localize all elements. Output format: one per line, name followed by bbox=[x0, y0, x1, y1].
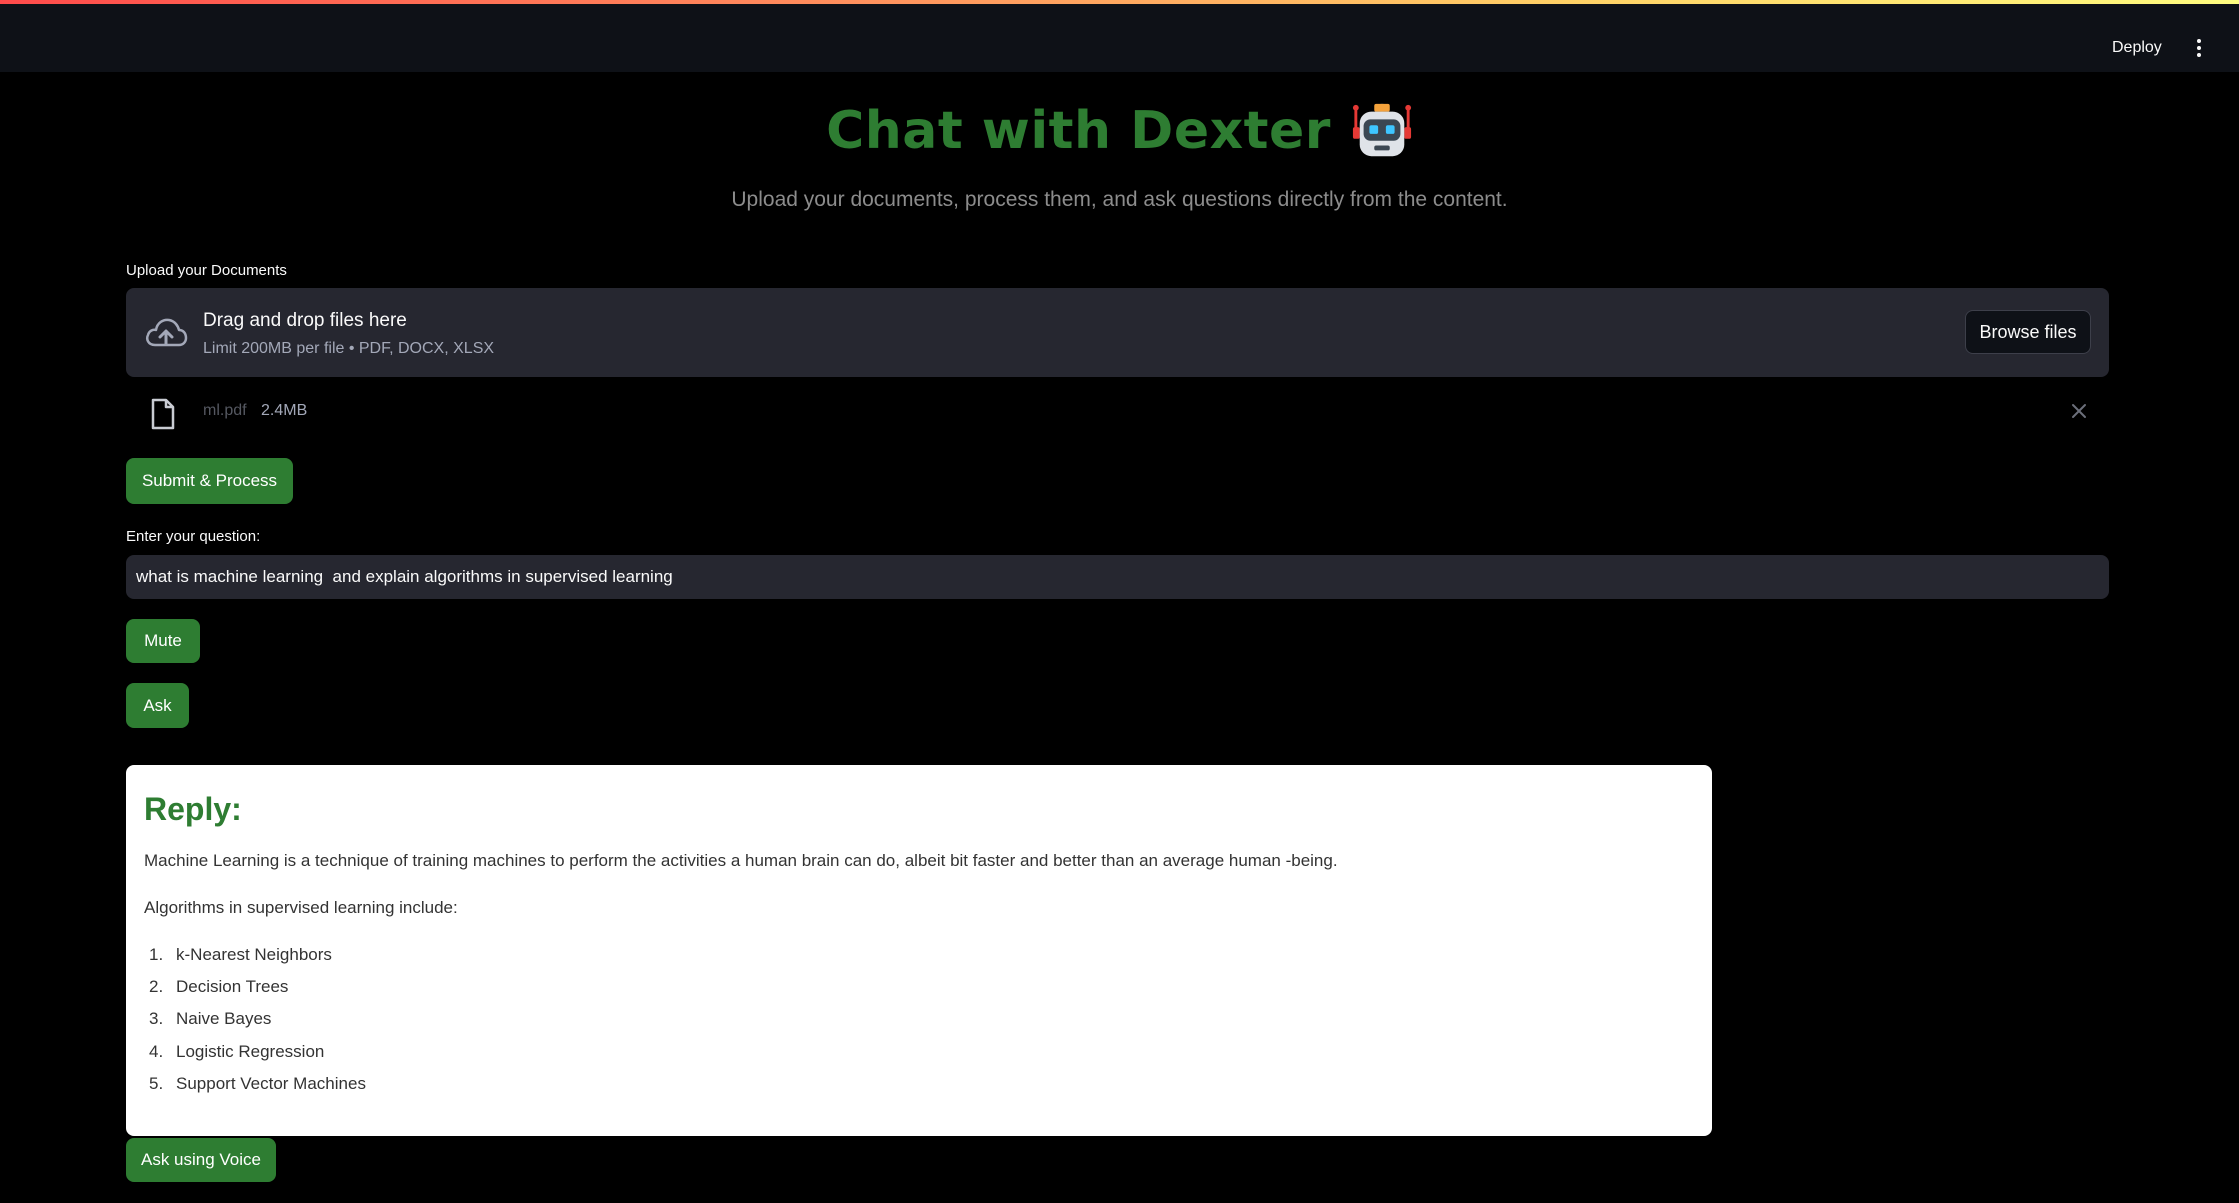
reply-paragraph: Machine Learning is a technique of train… bbox=[144, 851, 1338, 870]
app-header: Deploy bbox=[0, 4, 2239, 72]
algorithm-list: 1. k-Nearest Neighbors 2. Decision Trees 3… bbox=[144, 945, 366, 1106]
ask-using-voice-button[interactable]: Ask using Voice bbox=[126, 1138, 276, 1182]
deploy-button[interactable]: Deploy bbox=[2106, 30, 2168, 66]
dropzone-title: Drag and drop files here bbox=[203, 310, 407, 331]
question-label: Enter your question: bbox=[126, 528, 261, 545]
list-item: 5. Support Vector Machines bbox=[149, 1073, 366, 1093]
file-icon bbox=[151, 398, 175, 430]
upload-label: Upload your Documents bbox=[126, 262, 287, 279]
ask-button[interactable]: Ask bbox=[126, 683, 189, 728]
list-item: 3. Naive Bayes bbox=[149, 1009, 272, 1029]
uploaded-file-row: ml.pdf 2.4MB bbox=[126, 392, 2109, 434]
list-item: 4. Logistic Regression bbox=[149, 1041, 325, 1061]
kebab-menu-icon[interactable] bbox=[2189, 34, 2209, 62]
list-item: 1. k-Nearest Neighbors bbox=[149, 945, 332, 964]
list-item: 2. Decision Trees bbox=[149, 977, 289, 997]
cloud-upload-icon bbox=[146, 318, 188, 347]
file-dropzone[interactable]: Drag and drop files here Limit 200MB per… bbox=[126, 288, 2109, 377]
file-name: ml.pdf bbox=[203, 402, 247, 419]
question-input[interactable] bbox=[126, 555, 2109, 599]
reply-paragraph: Algorithms in supervised learning includ… bbox=[144, 898, 458, 917]
submit-process-button[interactable]: Submit & Process bbox=[126, 458, 293, 504]
page-title-container: Chat with Dexter bbox=[0, 100, 2239, 162]
browse-files-button[interactable]: Browse files bbox=[1965, 310, 2091, 354]
robot-icon bbox=[1352, 103, 1411, 157]
reply-card: Reply: Machine Learning is a technique o… bbox=[126, 765, 1712, 1136]
page-subtitle: Upload your documents, process them, and… bbox=[731, 188, 1508, 211]
page-title: Chat with Dexter bbox=[826, 100, 1413, 162]
page-title-text: Chat with Dexter bbox=[826, 101, 1331, 161]
mute-button[interactable]: Mute bbox=[126, 619, 200, 663]
dropzone-limit-text: Limit 200MB per file • PDF, DOCX, XLSX bbox=[203, 340, 495, 357]
file-size: 2.4MB bbox=[261, 402, 308, 419]
close-icon[interactable] bbox=[2070, 402, 2088, 420]
reply-title: Reply: bbox=[144, 791, 242, 827]
